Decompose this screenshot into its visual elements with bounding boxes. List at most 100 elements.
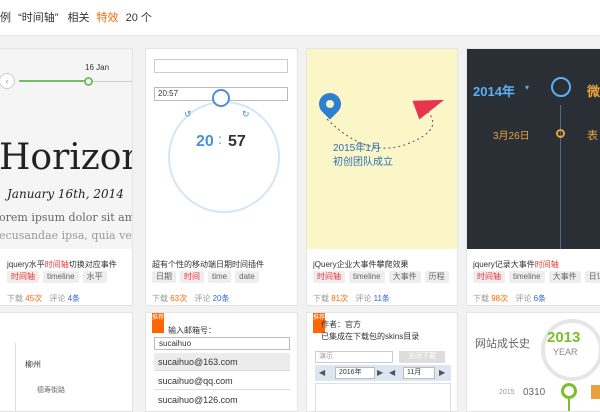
downloads-label: 下载 — [473, 294, 489, 303]
next-month-icon[interactable]: ▶ — [439, 368, 445, 377]
timeline-node[interactable] — [561, 383, 577, 399]
dotted-route — [326, 108, 434, 149]
suggestion-item[interactable]: sucaihuo@163.com — [154, 353, 290, 371]
tag-link[interactable]: 时间轴 — [313, 271, 345, 283]
effect-card-5[interactable]: 柳州 德寿街路 — [0, 312, 133, 412]
card-2-title[interactable]: 超有个性的移动端日期时间插件 — [152, 259, 264, 270]
tag-link[interactable]: 时间轴 — [473, 271, 505, 283]
effect-card-7[interactable]: 推荐 作者：官方 已集成在下载包的skins目录 演示 关闭下载 ◀ 2016年… — [306, 312, 458, 412]
card-3-thumbnail[interactable]: 2015年1月 初创团队成立 — [307, 49, 457, 249]
location-pin-dot — [326, 100, 334, 108]
skins-note: 已集成在下载包的skins目录 — [321, 332, 420, 341]
tag-link[interactable]: 时间 — [180, 271, 204, 283]
card-4-title-text: jquery记录大事件 — [473, 260, 535, 269]
tag-link[interactable]: timeline — [509, 271, 545, 283]
calendar-grid — [315, 383, 451, 411]
tag-link[interactable]: timeline — [43, 271, 79, 283]
lorem-line-1: orem ipsum dolor sit amet — [0, 211, 132, 224]
lorem-line-2: ecusandae ipsa, quia velit n — [0, 229, 132, 242]
downloads-label: 下载 — [152, 294, 168, 303]
email-label: 输入邮箱号： — [168, 326, 216, 335]
card-4-title[interactable]: jquery记录大事件时间轴 — [473, 259, 559, 270]
axis-dot[interactable] — [556, 129, 565, 138]
timeline-vertical-line — [15, 343, 16, 411]
event-date: 0310 — [523, 387, 546, 398]
card-5-thumbnail[interactable]: 柳州 德寿街路 — [0, 313, 132, 411]
effect-card-6[interactable]: 推荐 输入邮箱号： sucaihuo sucaihuo@163.com suca… — [145, 312, 298, 412]
clock-minute[interactable]: 57 — [228, 133, 246, 151]
prev-arrow-icon[interactable]: ‹ — [0, 73, 15, 89]
card-4-title-keyword: 时间轴 — [534, 260, 559, 269]
milestone-event: 初创团队成立 — [333, 157, 393, 168]
header-prefix: 例 — [0, 12, 11, 24]
date-input-box[interactable] — [154, 59, 288, 73]
year-select[interactable]: 2016年 — [335, 367, 375, 379]
clock-knob[interactable] — [212, 89, 230, 107]
card-1-thumbnail[interactable]: ‹ 16 Jan Horizon January 16th, 2014 orem… — [0, 49, 132, 249]
clock-hour[interactable]: 20 — [196, 133, 214, 151]
chevron-down-icon[interactable]: ▾ — [525, 83, 529, 92]
tag-link[interactable]: 日期 — [152, 271, 176, 283]
card-2-thumbnail[interactable]: 20:57 ↺ ↻ 20 : 57 — [146, 49, 297, 249]
downloads-label: 下载 — [7, 294, 23, 303]
card-4-thumbnail[interactable]: 2014年 ▾ 微 3月26日 表 — [467, 49, 600, 249]
tag-link[interactable]: 历程 — [424, 271, 449, 283]
card-6-thumbnail[interactable]: 推荐 输入邮箱号： sucaihuo sucaihuo@163.com suca… — [146, 313, 297, 411]
suggestion-item[interactable]: sucaihuo@qq.com — [154, 372, 290, 390]
prev-year-icon[interactable]: ◀ — [319, 368, 325, 377]
close-download-button[interactable]: 关闭下载 — [399, 351, 445, 363]
demo-input[interactable]: 演示 — [315, 351, 393, 363]
downloads-count: 63次 — [170, 294, 188, 303]
month-select[interactable]: 11月 — [403, 367, 435, 379]
effect-card-3[interactable]: 2015年1月 初创团队成立 jQuery企业大事件攀爬效果 时间轴 timel… — [306, 48, 458, 306]
card-8-thumbnail[interactable]: 网站成长史 2013 YEAR 2015 0310 — [467, 313, 600, 411]
card-1-title[interactable]: jquery水平时间轴切换对应事件 — [7, 259, 117, 270]
email-input[interactable]: sucaihuo — [154, 337, 290, 350]
extra-heading: 微 — [587, 84, 600, 99]
comments-label: 评论 — [194, 294, 211, 303]
tag-link[interactable]: date — [235, 271, 259, 283]
comments-count: 4条 — [67, 294, 81, 303]
card-2-title-text: 超有个性的移动端日期时间插件 — [152, 260, 264, 269]
history-title: 网站成长史 — [475, 338, 530, 350]
milestone-date: 2015年1月 — [333, 143, 381, 154]
horizon-heading: Horizon — [0, 137, 132, 178]
card-7-thumbnail[interactable]: 推荐 作者：官方 已集成在下载包的skins目录 演示 关闭下载 ◀ 2016年… — [307, 313, 457, 411]
tag-link[interactable]: 水平 — [82, 271, 107, 283]
demo-input-placeholder: 演示 — [319, 353, 333, 360]
vertical-axis — [560, 105, 561, 249]
tag-link[interactable]: 大事件 — [548, 271, 581, 283]
card-3-tags: 时间轴 timeline 大事件 历程 — [313, 271, 449, 283]
tag-link[interactable]: timeline — [349, 271, 385, 283]
clock-icon — [551, 77, 571, 97]
timeline-stem — [568, 399, 570, 411]
next-year-icon[interactable]: ▶ — [377, 368, 383, 377]
effect-card-2[interactable]: 20:57 ↺ ↻ 20 : 57 超有个性的移动端日期时间插件 日期 时间 t… — [145, 48, 298, 306]
effect-card-8[interactable]: 网站成长史 2013 YEAR 2015 0310 — [466, 312, 600, 412]
tag-link[interactable]: time — [208, 271, 232, 283]
card-1-tags: 时间轴 timeline 水平 — [7, 271, 107, 283]
effect-card-4[interactable]: 2014年 ▾ 微 3月26日 表 jquery记录大事件时间轴 时间轴 tim… — [466, 48, 600, 306]
header-highlight: 特效 — [96, 12, 119, 24]
card-4-tags: 时间轴 timeline 大事件 日记 — [473, 271, 600, 283]
tag-link[interactable]: 时间轴 — [7, 271, 39, 283]
comments-count: 20条 — [212, 294, 230, 303]
tag-link[interactable]: 日记 — [584, 271, 600, 283]
comments-label: 评论 — [49, 294, 66, 303]
prev-month-icon[interactable]: ◀ — [389, 368, 395, 377]
downloads-label: 下载 — [313, 294, 329, 303]
suggestion-item[interactable]: sucaihuo@126.com — [154, 391, 290, 409]
effect-card-1[interactable]: ‹ 16 Jan Horizon January 16th, 2014 orem… — [0, 48, 133, 306]
header-mid: 相关 — [67, 12, 90, 24]
card-3-title[interactable]: jQuery企业大事件攀爬效果 — [313, 259, 409, 270]
comments-count: 11条 — [373, 294, 390, 303]
card-1-title-keyword: 时间轴 — [44, 260, 69, 269]
comments-label: 评论 — [355, 294, 372, 303]
comments-count: 6条 — [533, 294, 547, 303]
downloads-count: 98次 — [491, 294, 509, 303]
event-date: 3月26日 — [493, 131, 530, 142]
card-3-title-text: jQuery企业大事件攀爬效果 — [313, 260, 409, 269]
timeline-dot[interactable] — [84, 77, 93, 86]
header-count: 20 个 — [125, 12, 152, 24]
tag-link[interactable]: 大事件 — [388, 271, 421, 283]
